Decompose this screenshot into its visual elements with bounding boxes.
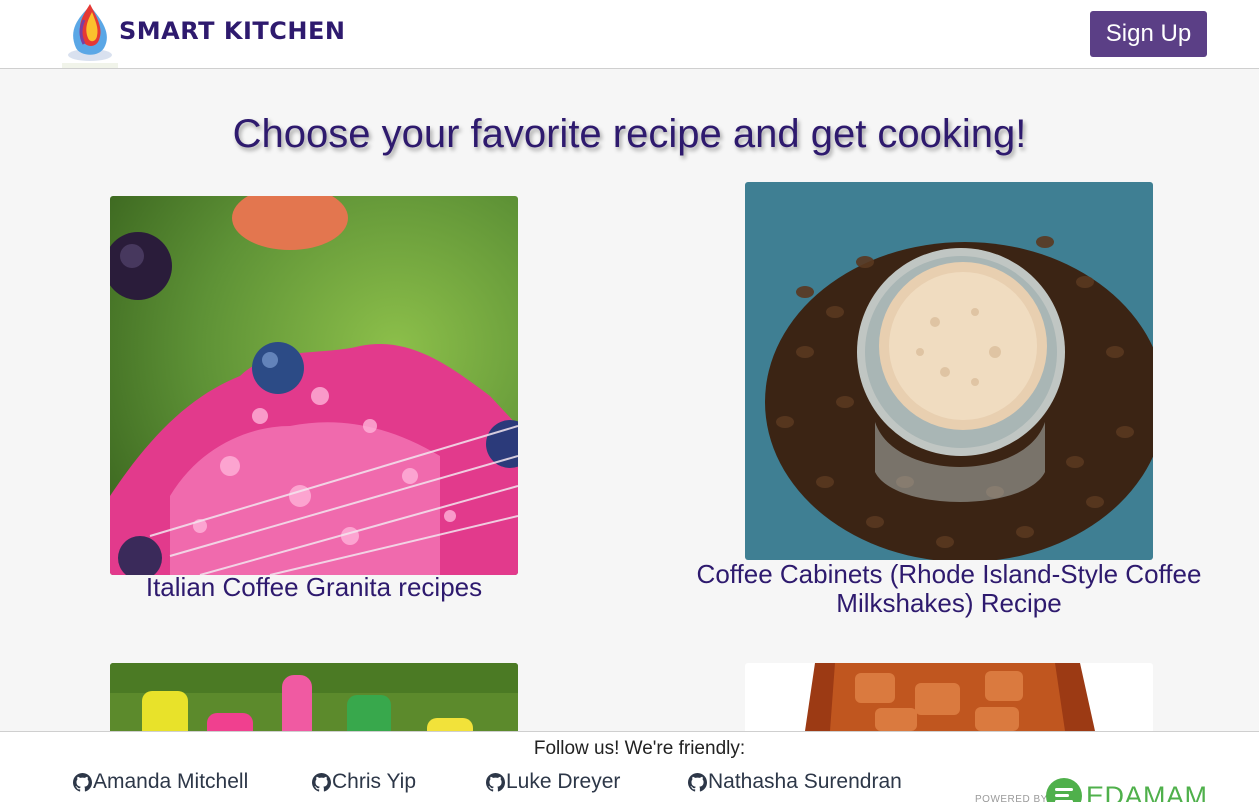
team-link-amanda[interactable]: Amanda Mitchell [73, 770, 248, 794]
edamam-logo-icon[interactable] [1046, 778, 1082, 802]
team-member-name: Amanda Mitchell [93, 770, 249, 793]
recipe-image-popsicles[interactable] [110, 663, 518, 731]
recipe-image-iced-coffee[interactable] [745, 663, 1153, 731]
team-link-nathasha[interactable]: Nathasha Surendran [688, 770, 902, 794]
team-member-name: Chris Yip [332, 770, 417, 793]
recipe-title-granita[interactable]: Italian Coffee Granita recipes [110, 573, 518, 602]
flame-logo-icon[interactable] [62, 0, 118, 68]
brand-name[interactable]: SMART KITCHEN [119, 17, 345, 45]
recipe-image-coffee-cabinet[interactable] [745, 182, 1153, 560]
edamam-wordmark[interactable]: EDAMAM [1086, 781, 1208, 802]
follow-text: Follow us! We're friendly: [533, 738, 746, 759]
site-header: SMART KITCHEN Sign Up [0, 0, 1259, 69]
team-member-name: Luke Dreyer [506, 770, 621, 793]
recipe-image-granita[interactable] [110, 196, 518, 575]
recipe-title-coffee-cabinet[interactable]: Coffee Cabinets (Rhode Island-Style Coff… [679, 560, 1219, 618]
team-link-chris[interactable]: Chris Yip [312, 770, 416, 794]
team-link-luke[interactable]: Luke Dreyer [486, 770, 620, 794]
github-icon [486, 772, 505, 792]
sign-up-button[interactable]: Sign Up [1090, 11, 1207, 57]
powered-by-label: POWERED BY [975, 794, 1048, 802]
github-icon [312, 772, 331, 792]
team-member-name: Nathasha Surendran [708, 770, 902, 793]
github-icon [73, 772, 92, 792]
github-icon [688, 772, 707, 792]
site-footer: Follow us! We're friendly: Amanda Mitche… [0, 731, 1259, 802]
page-title: Choose your favorite recipe and get cook… [232, 112, 1027, 156]
